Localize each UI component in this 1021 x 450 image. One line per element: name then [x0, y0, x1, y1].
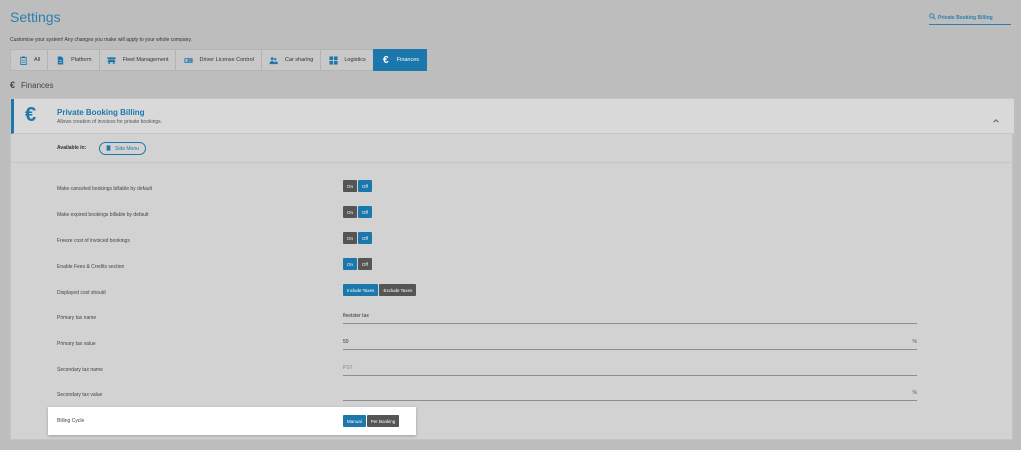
- tab-car-sharing[interactable]: Car sharing: [260, 49, 321, 71]
- on-off-toggle: On Off: [343, 232, 372, 244]
- card-title: Private Booking Billing: [57, 108, 145, 117]
- search-input[interactable]: Private Booking Billing: [929, 11, 1011, 25]
- euro-icon: €: [382, 54, 389, 66]
- id-card-icon: [183, 55, 193, 65]
- grid-icon: [328, 55, 338, 65]
- include-taxes-button[interactable]: Include Taxes: [343, 284, 379, 296]
- billing-cycle-row: Billing Cycle Manual Per Booking: [48, 407, 416, 435]
- secondary-tax-value-field[interactable]: %: [343, 388, 917, 401]
- per-booking-button[interactable]: Per Booking: [366, 415, 400, 427]
- off-button[interactable]: Off: [358, 232, 372, 244]
- on-off-toggle: On Off: [343, 258, 372, 270]
- chevron-up-icon[interactable]: [992, 112, 1000, 123]
- percent-suffix: %: [912, 339, 917, 345]
- exclude-taxes-button[interactable]: Exclude Taxes: [379, 284, 417, 296]
- percent-suffix: %: [912, 390, 917, 396]
- car-icon: [107, 55, 117, 65]
- on-off-toggle: On Off: [343, 206, 372, 218]
- search-icon: [929, 13, 936, 22]
- tab-fleet-management[interactable]: Fleet Management: [98, 49, 176, 71]
- document-icon: [55, 55, 65, 65]
- tab-all[interactable]: All: [10, 49, 48, 71]
- setting-label: Secondary tax value: [57, 392, 103, 398]
- field-value: fleetster tax: [343, 313, 369, 319]
- tab-label: Logistics: [344, 57, 366, 63]
- setting-row: Freeze cost of invoiced bookings On Off: [57, 231, 917, 251]
- tab-platform[interactable]: Platform: [47, 49, 99, 71]
- clipboard-icon: [18, 55, 28, 65]
- tab-label: Finances: [396, 57, 420, 63]
- off-button[interactable]: Off: [358, 206, 372, 218]
- setting-label: Displayed cost should: [57, 290, 106, 296]
- tab-finances[interactable]: € Finances: [372, 49, 428, 71]
- setting-row: Displayed cost should Include Taxes Excl…: [57, 283, 917, 303]
- tab-label: Car sharing: [284, 57, 314, 63]
- document-icon: [106, 144, 111, 153]
- tab-logistics[interactable]: Logistics: [320, 49, 373, 71]
- setting-row: Secondary tax value %: [57, 385, 917, 405]
- setting-row: Primary tax value 50 %: [57, 334, 917, 354]
- category-tabs: All Platform Fleet Management Driver Lic…: [10, 49, 428, 71]
- setting-label: Make canceled bookings billable by defau…: [57, 186, 153, 192]
- field-value: 50: [343, 339, 349, 345]
- setting-row: Primary tax name fleetster tax: [57, 308, 917, 328]
- setting-row: Make expired bookings billable by defaul…: [57, 205, 917, 225]
- search-value: Private Booking Billing: [938, 14, 993, 21]
- setting-row: Make canceled bookings billable by defau…: [57, 179, 917, 199]
- page-subtitle: Customise your system! Any changes you m…: [10, 37, 192, 43]
- euro-icon: €: [10, 80, 16, 90]
- tab-label: Fleet Management: [122, 57, 169, 63]
- euro-icon: €: [25, 104, 37, 126]
- setting-label: Secondary tax name: [57, 367, 103, 373]
- tab-label: Driver License Control: [199, 57, 254, 63]
- off-button[interactable]: Off: [358, 258, 372, 270]
- availability-row: Available in: Side Menu: [11, 134, 1014, 163]
- section-heading: € Finances: [10, 80, 53, 90]
- setting-label: Primary tax value: [57, 341, 96, 347]
- setting-label: Billing Cycle: [57, 418, 85, 424]
- side-menu-pill[interactable]: Side Menu: [99, 142, 146, 155]
- people-icon: [269, 55, 279, 65]
- primary-tax-value-field[interactable]: 50 %: [343, 337, 917, 350]
- setting-label: Primary tax name: [57, 315, 97, 321]
- on-button[interactable]: On: [343, 180, 358, 192]
- setting-label: Freeze cost of invoiced bookings: [57, 238, 130, 244]
- primary-tax-name-field[interactable]: fleetster tax: [343, 311, 917, 324]
- setting-row: Secondary tax name PST: [57, 360, 917, 380]
- on-off-toggle: On Off: [343, 180, 372, 192]
- setting-row: Enable Fees & Credits section On Off: [57, 257, 917, 277]
- tax-display-toggle: Include Taxes Exclude Taxes: [343, 284, 417, 296]
- setting-label: Enable Fees & Credits section: [57, 264, 125, 270]
- setting-label: Make expired bookings billable by defaul…: [57, 212, 149, 218]
- billing-cycle-toggle: Manual Per Booking: [343, 415, 400, 427]
- off-button[interactable]: Off: [358, 180, 372, 192]
- on-button[interactable]: On: [343, 232, 358, 244]
- side-menu-label: Side Menu: [115, 145, 139, 152]
- tab-driver-license-control[interactable]: Driver License Control: [175, 49, 261, 71]
- on-button[interactable]: On: [343, 258, 358, 270]
- tab-label: Platform: [71, 57, 92, 63]
- on-button[interactable]: On: [343, 206, 358, 218]
- card-description: Allows creation of invoices for private …: [57, 119, 163, 125]
- available-in-label: Available in:: [57, 145, 87, 151]
- field-placeholder: PST: [343, 365, 353, 371]
- card-header[interactable]: € Private Booking Billing Allows creatio…: [11, 99, 1014, 134]
- tab-label: All: [34, 57, 41, 63]
- section-title: Finances: [21, 80, 54, 90]
- settings-card: € Private Booking Billing Allows creatio…: [10, 98, 1014, 440]
- manual-button[interactable]: Manual: [343, 415, 366, 427]
- secondary-tax-name-field[interactable]: PST: [343, 363, 917, 376]
- page-title: Settings: [10, 9, 61, 25]
